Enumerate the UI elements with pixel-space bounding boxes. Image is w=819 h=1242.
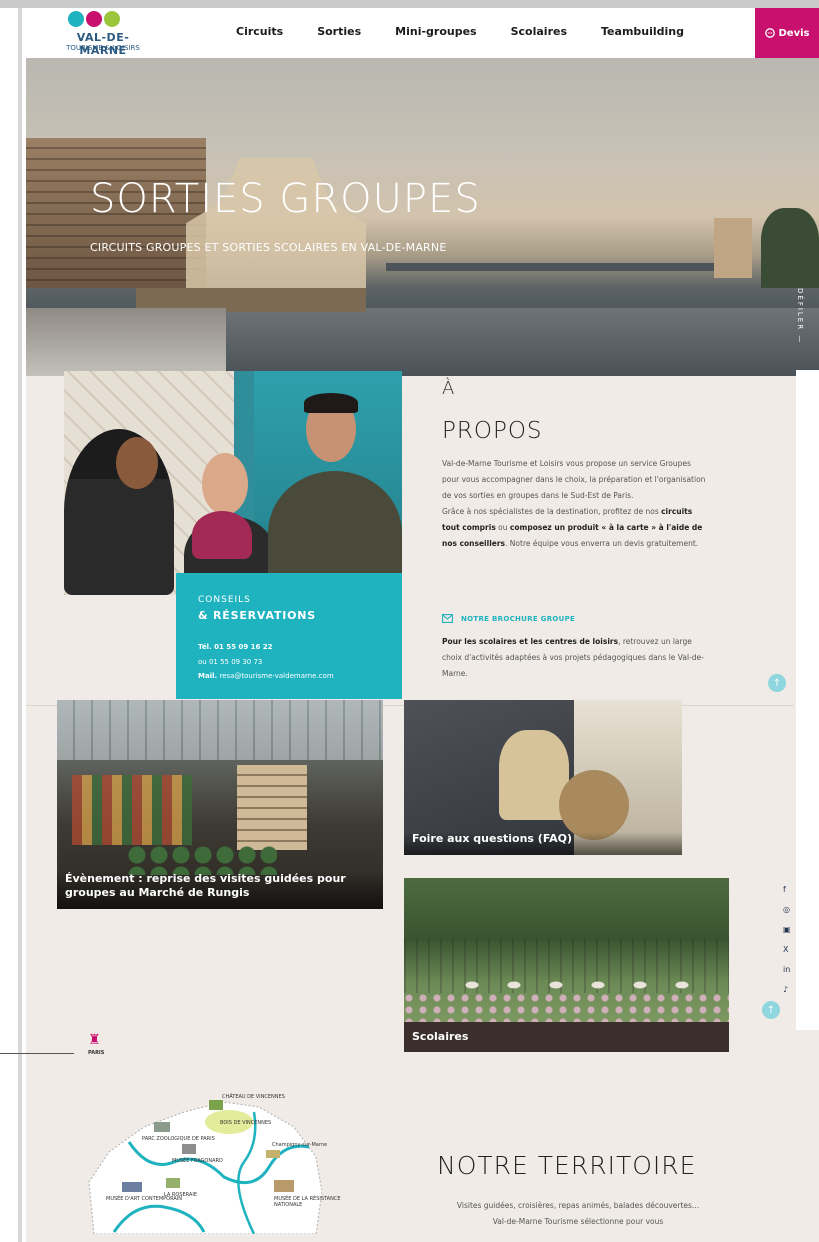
contact-mail-label: Mail. <box>198 672 218 680</box>
card-rungis-event[interactable]: Évènement : reprise des visites guidées … <box>57 700 383 909</box>
paris-label: PARIS <box>88 1050 105 1056</box>
page-canvas: VAL-DE-MARNE TOURISME & LOISIRS Circuits… <box>26 8 819 1242</box>
logo-subtitle: TOURISME & LOISIRS <box>66 44 140 52</box>
x-icon[interactable]: X <box>783 945 788 954</box>
devis-button[interactable]: Devis <box>755 8 819 58</box>
facebook-icon[interactable]: f <box>783 885 786 894</box>
card-rungis-caption: Évènement : reprise des visites guidées … <box>57 872 383 909</box>
territory-map[interactable]: CHÂTEAU DE VINCENNES BOIS DE VINCENNES P… <box>54 1082 348 1235</box>
person-middle-face <box>202 453 248 515</box>
site-logo[interactable]: VAL-DE-MARNE TOURISME & LOISIRS <box>58 11 148 57</box>
chat-icon <box>764 28 775 38</box>
left-scroll-rail <box>18 8 22 1242</box>
about-paragraph: Val-de-Marne Tourisme et Loisirs vous pr… <box>442 459 706 548</box>
nav-scolaires[interactable]: Scolaires <box>511 25 567 38</box>
territory-title: NOTRE TERRITOIRE <box>437 1151 697 1180</box>
brochure-label: NOTRE BROCHURE GROUPE <box>461 614 576 623</box>
contact-mail[interactable]: resa@tourisme-valdemarne.com <box>219 672 333 680</box>
map-label-bois: BOIS DE VINCENNES <box>220 1120 272 1126</box>
about-paragraph-scolaires: Pour les scolaires et les centres de loi… <box>442 637 704 678</box>
hero-tower <box>714 218 752 278</box>
hero-title: SORTIES GROUPES <box>90 176 481 222</box>
nav-sorties[interactable]: Sorties <box>317 25 361 38</box>
team-photo <box>64 371 402 595</box>
devis-label: Devis <box>778 27 810 39</box>
person-right-hair <box>304 393 358 413</box>
instagram-icon[interactable]: ◎ <box>783 905 790 914</box>
main-nav: Circuits Sorties Mini-groupes Scolaires … <box>236 25 718 38</box>
map-label-zoo: PARC ZOOLOGIQUE DE PARIS <box>142 1136 215 1142</box>
hero-subtitle: CIRCUITS GROUPES ET SORTIES SCOLAIRES EN… <box>90 241 447 254</box>
map-label-champigny: Champigny-sur-Marne <box>272 1142 328 1148</box>
territory-text: Visites guidées, croisières, repas animé… <box>456 1201 700 1226</box>
back-to-top-button[interactable]: ↑ <box>768 674 786 692</box>
map-label-fragonard: MUSÉE FRAGONARD <box>172 1158 223 1164</box>
linkedin-icon[interactable]: in <box>783 965 790 974</box>
card-faq-caption: Foire aux questions (FAQ) <box>404 832 682 855</box>
tiktok-icon[interactable]: ♪ <box>783 985 788 994</box>
youtube-icon[interactable]: ▣ <box>783 925 791 934</box>
mail-icon <box>442 614 453 623</box>
contact-phone-alt[interactable]: ou 01 55 09 30 73 <box>198 658 262 666</box>
card-scolaires-caption: Scolaires <box>404 1022 729 1052</box>
card-scolaires[interactable]: Scolaires <box>404 878 729 1052</box>
nav-mini-groupes[interactable]: Mini-groupes <box>395 25 476 38</box>
contact-phone[interactable]: Tél. 01 55 09 16 22 <box>198 643 273 651</box>
contact-heading-2: & RÉSERVATIONS <box>198 609 317 622</box>
person-left-face <box>116 437 158 489</box>
map-leader-line <box>0 1053 74 1054</box>
right-side-panel <box>796 370 819 1030</box>
back-to-top-button-2[interactable]: ↑ <box>762 1001 780 1019</box>
map-label-resistance: MUSÉE DE LA RÉSISTANCE NATIONALE <box>274 1196 341 1208</box>
site-header: VAL-DE-MARNE TOURISME & LOISIRS Circuits… <box>26 8 819 58</box>
contact-heading-1: CONSEILS <box>198 595 251 605</box>
nav-teambuilding[interactable]: Teambuilding <box>601 25 684 38</box>
hero-trees <box>761 208 819 288</box>
hero-deck <box>26 308 226 376</box>
hero-banner: SORTIES GROUPES CIRCUITS GROUPES ET SORT… <box>26 58 819 376</box>
brochure-link[interactable]: NOTRE BROCHURE GROUPE <box>442 614 575 623</box>
contact-mail-line: Mail. resa@tourisme-valdemarne.com <box>198 672 334 680</box>
card-faq[interactable]: Foire aux questions (FAQ) <box>404 700 682 855</box>
scroll-down-link[interactable]: DÉFILER — <box>796 288 804 344</box>
nav-circuits[interactable]: Circuits <box>236 25 283 38</box>
logo-mark <box>68 11 122 31</box>
map-label-chateau: CHÂTEAU DE VINCENNES <box>222 1094 285 1100</box>
person-middle-scarf <box>192 511 252 559</box>
contact-box: CONSEILS & RÉSERVATIONS Tél. 01 55 09 16… <box>176 573 402 699</box>
browser-top-strip <box>0 0 819 8</box>
map-label-roseraie: LA ROSERAIE <box>164 1192 197 1198</box>
about-title-top: À <box>442 378 455 399</box>
eiffel-tower-icon: ♜ <box>88 1032 101 1048</box>
about-title: PROPOS <box>442 418 543 444</box>
hero-bridge <box>386 263 716 271</box>
